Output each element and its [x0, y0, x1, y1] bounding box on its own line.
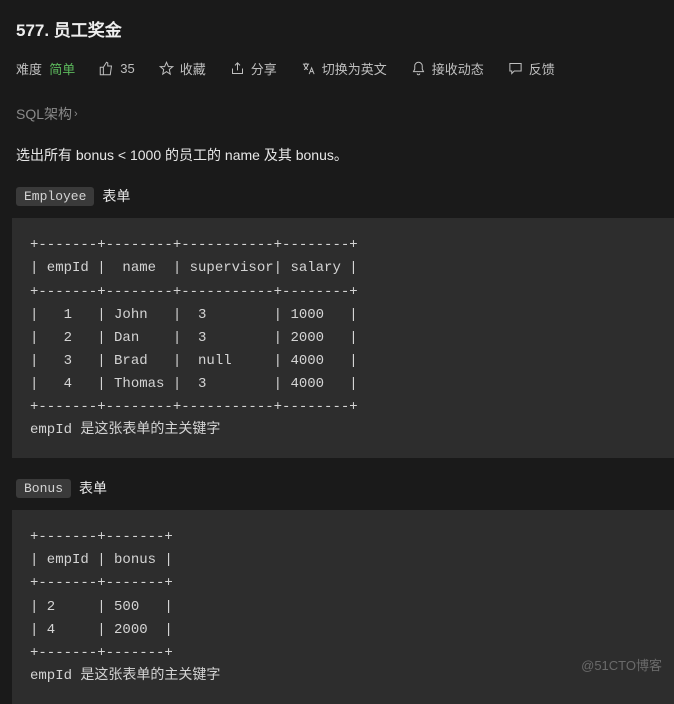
- meta-bar: 难度 简单 35 收藏 分享 切换为英文: [16, 59, 674, 78]
- feedback-icon: [508, 61, 523, 76]
- like-button[interactable]: 35: [99, 61, 134, 76]
- thumbs-up-icon: [99, 61, 114, 76]
- table-header-employee: Employee 表单: [16, 186, 674, 206]
- translate-label: 切换为英文: [322, 59, 387, 78]
- bonus-table-block: +-------+-------+ | empId | bonus | +---…: [12, 510, 674, 704]
- difficulty-group: 难度 简单: [16, 59, 75, 78]
- subscribe-button[interactable]: 接收动态: [411, 59, 484, 78]
- feedback-button[interactable]: 反馈: [508, 59, 555, 78]
- sql-schema-link[interactable]: SQL架构 ›: [16, 104, 78, 124]
- table-name-chip: Employee: [16, 187, 94, 206]
- share-button[interactable]: 分享: [230, 59, 277, 78]
- subscribe-label: 接收动态: [432, 59, 484, 78]
- favorite-label: 收藏: [180, 59, 206, 78]
- bell-icon: [411, 61, 426, 76]
- chevron-right-icon: ›: [74, 108, 78, 120]
- problem-title: 577. 员工奖金: [16, 16, 674, 41]
- sql-schema-label: SQL架构: [16, 104, 72, 124]
- watermark: @51CTO博客: [581, 655, 662, 674]
- difficulty-label: 难度: [16, 62, 42, 77]
- translate-icon: [301, 61, 316, 76]
- feedback-label: 反馈: [529, 59, 555, 78]
- share-label: 分享: [251, 59, 277, 78]
- translate-button[interactable]: 切换为英文: [301, 59, 387, 78]
- problem-description: 选出所有 bonus < 1000 的员工的 name 及其 bonus。: [16, 144, 674, 166]
- favorite-button[interactable]: 收藏: [159, 59, 206, 78]
- share-icon: [230, 61, 245, 76]
- table-suffix: 表单: [102, 186, 130, 206]
- table-header-bonus: Bonus 表单: [16, 478, 674, 498]
- like-count: 35: [120, 61, 134, 76]
- table-name-chip: Bonus: [16, 479, 71, 498]
- difficulty-value: 简单: [49, 62, 75, 77]
- employee-table-block: +-------+--------+-----------+--------+ …: [12, 218, 674, 458]
- star-icon: [159, 61, 174, 76]
- table-suffix: 表单: [79, 478, 107, 498]
